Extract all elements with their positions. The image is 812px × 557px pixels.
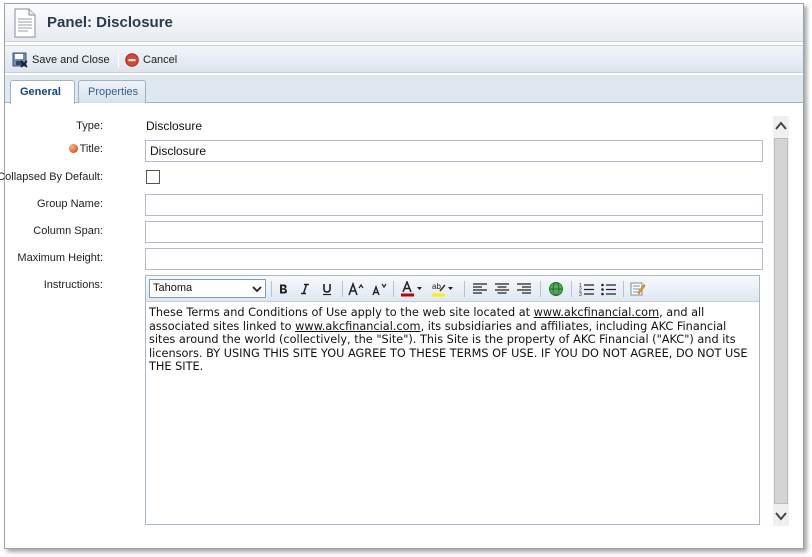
save-and-close-button[interactable]: Save and Close	[12, 51, 110, 69]
scroll-thumb[interactable]	[774, 138, 788, 504]
required-indicator-icon	[68, 144, 78, 153]
form-content: Type: Disclosure Title: Collapsed By Def…	[0, 104, 773, 549]
action-toolbar: Save and Close Cancel	[5, 45, 803, 73]
bulleted-list-button[interactable]	[600, 281, 616, 297]
underline-button[interactable]	[319, 281, 335, 297]
align-left-icon	[473, 283, 487, 294]
html-source-button[interactable]	[630, 281, 646, 297]
link-globe-icon	[549, 282, 563, 296]
title-label-wrap: Title:	[68, 143, 103, 155]
cancel-icon	[125, 53, 139, 67]
title-input[interactable]	[146, 141, 762, 161]
bold-icon	[280, 284, 287, 294]
editor-divider	[342, 281, 343, 297]
scroll-up-button[interactable]	[773, 118, 789, 134]
font-color-button[interactable]	[400, 281, 424, 297]
vertical-scrollbar[interactable]	[773, 116, 789, 526]
instructions-label: Instructions:	[43, 279, 103, 291]
tab-strip: General Properties	[5, 75, 803, 104]
align-left-button[interactable]	[472, 281, 488, 297]
scroll-down-button[interactable]	[773, 508, 789, 524]
numbered-list-icon: 123	[579, 283, 594, 296]
font-color-icon	[401, 281, 422, 297]
editor-divider	[540, 281, 541, 297]
cancel-label: Cancel	[143, 54, 178, 66]
type-label: Type:	[76, 120, 103, 132]
max-height-field[interactable]	[145, 248, 763, 270]
column-span-input[interactable]	[146, 222, 762, 242]
font-size-increase-icon	[348, 282, 364, 296]
panel-window: Panel: Disclosure Save and Close Cancel …	[0, 3, 804, 549]
column-span-field[interactable]	[145, 221, 763, 243]
save-and-close-label: Save and Close	[32, 54, 110, 66]
grow-text-button[interactable]	[348, 281, 364, 297]
editor-divider	[271, 281, 272, 297]
insert-link-button[interactable]	[548, 281, 564, 297]
type-value: Disclosure	[146, 119, 203, 133]
align-right-button[interactable]	[516, 281, 532, 297]
tab-general[interactable]: General	[10, 80, 75, 104]
edit-source-icon	[630, 282, 646, 296]
svg-text:3: 3	[579, 292, 582, 296]
font-family-value: Tahoma	[153, 282, 193, 294]
title-field[interactable]	[145, 140, 763, 162]
editor-divider	[571, 281, 572, 297]
group-name-input[interactable]	[146, 195, 762, 215]
shrink-text-button[interactable]	[371, 281, 387, 297]
align-right-icon	[517, 283, 531, 294]
document-icon	[14, 8, 36, 38]
font-size-decrease-icon	[372, 283, 387, 296]
cancel-button[interactable]: Cancel	[125, 51, 177, 69]
website-link[interactable]: www.akcfinancial.com	[534, 306, 659, 319]
editor-toolbar: Tahoma ab 1 2 3	[146, 276, 759, 302]
website-link[interactable]: www.akcfinancial.com	[295, 320, 420, 333]
italic-icon	[301, 283, 309, 295]
save-close-icon	[12, 52, 28, 68]
highlight-icon: ab	[432, 282, 453, 297]
collapsed-checkbox[interactable]	[146, 170, 160, 184]
align-center-icon	[495, 283, 509, 294]
instructions-editor: Tahoma ab 1 2 3 These Terms and Conditio…	[145, 275, 760, 525]
editor-text: These Terms and Conditions of Use apply …	[149, 306, 534, 319]
max-height-label: Maximum Height:	[17, 252, 103, 264]
align-center-button[interactable]	[494, 281, 510, 297]
group-name-field[interactable]	[145, 194, 763, 216]
bulleted-list-icon	[600, 283, 616, 296]
column-span-label: Column Span:	[33, 225, 103, 237]
title-label: Title:	[79, 143, 103, 155]
tab-properties[interactable]: Properties	[78, 80, 146, 103]
svg-text:ab: ab	[432, 282, 441, 291]
chevron-down-icon	[775, 512, 787, 521]
editor-divider	[464, 281, 465, 297]
toolbar-divider	[118, 52, 119, 68]
italic-button[interactable]	[297, 281, 313, 297]
bold-button[interactable]	[275, 281, 291, 297]
font-family-select[interactable]: Tahoma	[149, 279, 266, 298]
chevron-up-icon	[775, 121, 787, 130]
collapsed-label: Collapsed By Default:	[0, 171, 103, 183]
underline-icon	[323, 283, 331, 295]
window-title: Panel: Disclosure	[47, 14, 173, 31]
editor-divider	[393, 281, 394, 297]
group-name-label: Group Name:	[36, 198, 103, 210]
highlight-color-button[interactable]: ab	[431, 281, 455, 297]
numbered-list-button[interactable]: 123	[578, 281, 594, 297]
max-height-input[interactable]	[146, 249, 762, 269]
editor-divider	[623, 281, 624, 297]
chevron-down-icon	[252, 286, 262, 293]
editor-content[interactable]: These Terms and Conditions of Use apply …	[146, 302, 759, 378]
title-bar: Panel: Disclosure	[5, 4, 803, 42]
